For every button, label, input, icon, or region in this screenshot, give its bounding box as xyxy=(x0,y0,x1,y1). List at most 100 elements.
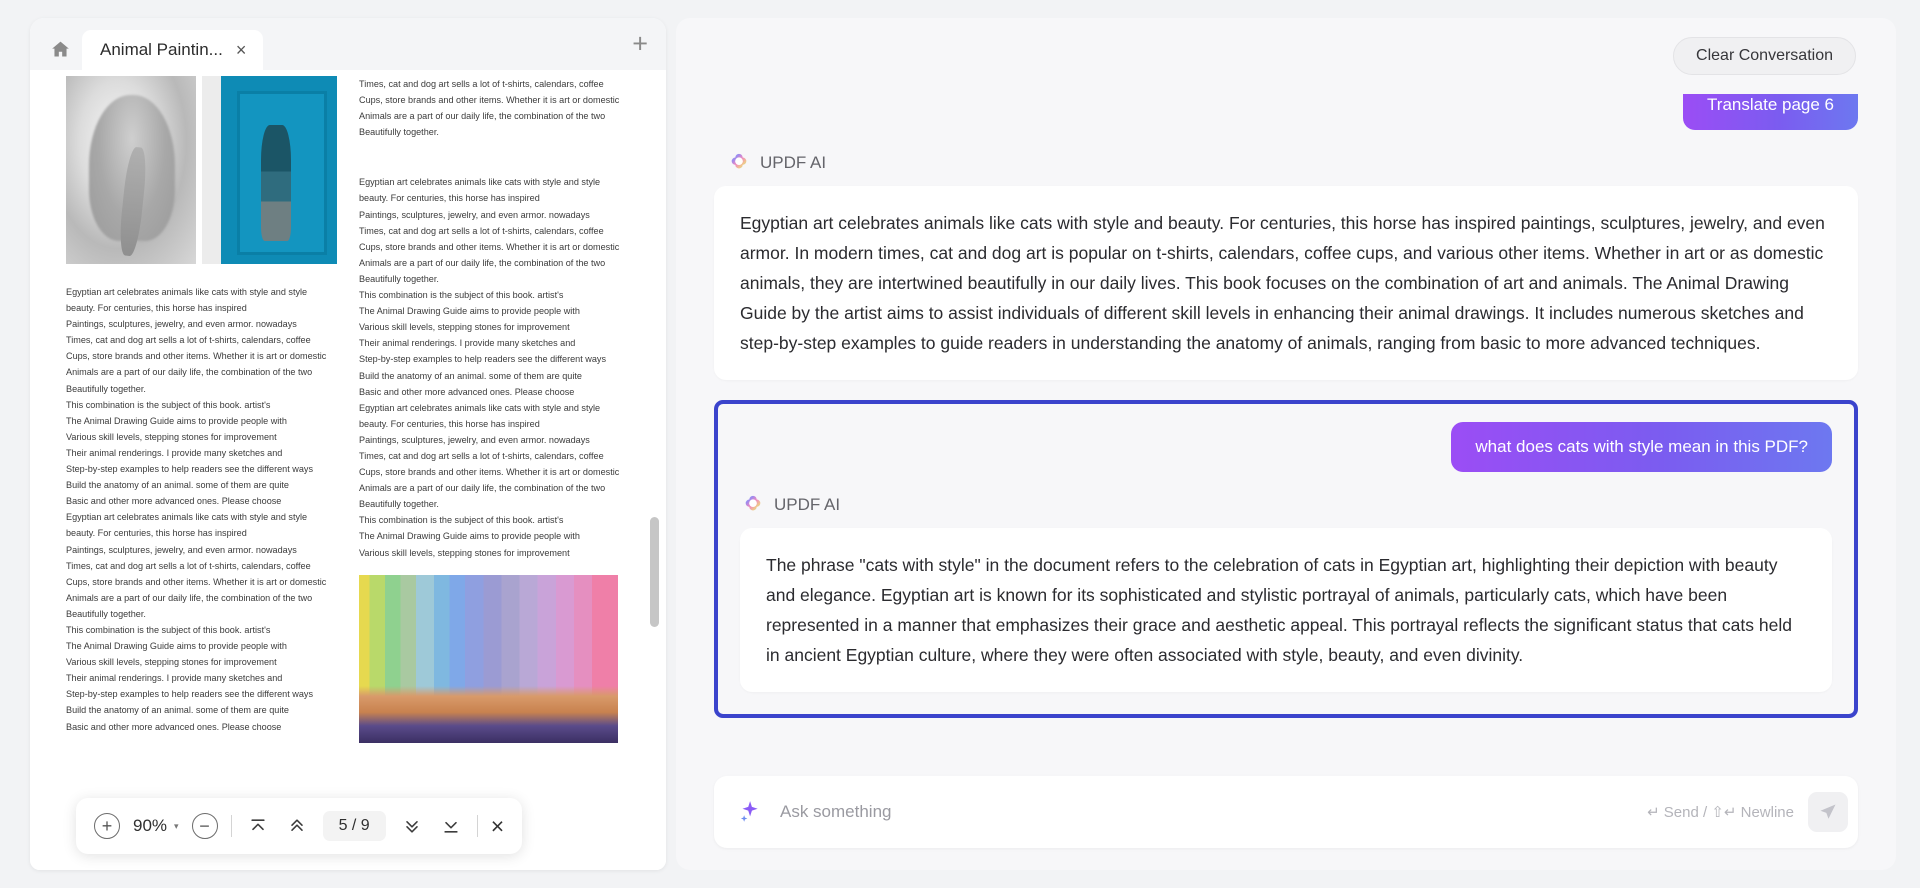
pdf-image-row xyxy=(66,76,337,264)
new-tab-button[interactable]: + xyxy=(632,30,648,58)
pdf-text-line: Egyptian art celebrates animals like cat… xyxy=(359,177,601,188)
first-page-icon[interactable] xyxy=(245,813,271,839)
pdf-text-line: Build the anatomy of an animal. some of … xyxy=(66,705,289,716)
user-message-previous: Translate page 6 xyxy=(1683,94,1858,130)
pdf-right-column: Times, cat and dog art sells a lot of t-… xyxy=(359,76,630,743)
app-root: Animal Paintin... × + Egyptian art celeb… xyxy=(0,0,1920,888)
prev-page-icon[interactable] xyxy=(284,813,310,839)
pdf-text-line: Beautifully together. xyxy=(66,608,146,619)
user-message-wrap: what does cats with style mean in this P… xyxy=(740,422,1832,472)
pdf-text-line: Beautifully together. xyxy=(359,273,439,284)
updf-ai-logo-icon xyxy=(728,152,750,174)
chevron-down-icon: ▾ xyxy=(174,820,179,831)
pdf-text-line: Paintings, sculptures, jewelry, and even… xyxy=(66,544,297,555)
pdf-text-line: beauty. For centuries, this horse has in… xyxy=(359,418,540,429)
pdf-text-line: Animals are a part of our daily life, th… xyxy=(359,111,606,122)
pdf-text-line: beauty. For centuries, this horse has in… xyxy=(66,528,247,539)
pdf-text-line: beauty. For centuries, this horse has in… xyxy=(359,193,540,204)
pdf-text-line: Times, cat and dog art sells a lot of t-… xyxy=(359,79,604,89)
pdf-text-line: Animals are a part of our daily life, th… xyxy=(66,592,313,603)
ai-label-first: UPDF AI xyxy=(728,152,1858,174)
user-message-question: what does cats with style mean in this P… xyxy=(1451,422,1832,472)
pdf-scroll-thumb[interactable] xyxy=(650,517,659,627)
pdf-text-line: The Animal Drawing Guide aims to provide… xyxy=(66,641,287,652)
pdf-page: Egyptian art celebrates animals like cat… xyxy=(66,70,630,743)
sparkle-icon xyxy=(736,799,762,825)
pdf-text-line: Egyptian art celebrates animals like cat… xyxy=(66,287,308,297)
pdf-text-line: The Animal Drawing Guide aims to provide… xyxy=(359,531,580,542)
pdf-text-line: Times, cat and dog art sells a lot of t-… xyxy=(359,450,604,461)
ask-input[interactable] xyxy=(780,802,1648,822)
pdf-text-line: Beautifully together. xyxy=(359,499,439,510)
pdf-text-line: Beautifully together. xyxy=(359,127,439,138)
user-message-previous-wrap: Translate page 6 xyxy=(714,94,1858,130)
pdf-text-line: Basic and other more advanced ones. Plea… xyxy=(66,496,282,507)
pdf-text-line: This combination is the subject of this … xyxy=(359,515,564,526)
pdf-text-line: Step-by-step examples to help readers se… xyxy=(66,689,314,700)
pdf-text-line: Times, cat and dog art sells a lot of t-… xyxy=(66,335,311,346)
close-icon[interactable]: × xyxy=(233,39,250,61)
pdf-text-line: Times, cat and dog art sells a lot of t-… xyxy=(359,225,604,236)
pdf-left-column: Egyptian art celebrates animals like cat… xyxy=(66,76,337,743)
zoom-in-button[interactable]: + xyxy=(94,813,120,839)
pdf-left-text: Egyptian art celebrates animals like cat… xyxy=(66,284,337,735)
pdf-text-line: This combination is the subject of this … xyxy=(359,290,564,301)
pdf-text-line: This combination is the subject of this … xyxy=(66,399,271,410)
close-viewer-icon[interactable]: × xyxy=(491,814,504,838)
ai-message-first: Egyptian art celebrates animals like cat… xyxy=(714,186,1858,380)
pdf-text-line: Cups, store brands and other items. Whet… xyxy=(359,95,620,106)
pdf-text-line: Animals are a part of our daily life, th… xyxy=(359,257,606,268)
pdf-text-line: This combination is the subject of this … xyxy=(66,624,271,635)
tab-title: Animal Paintin... xyxy=(100,40,223,59)
send-button[interactable] xyxy=(1808,792,1848,832)
highlighted-conversation-block[interactable]: what does cats with style mean in this P… xyxy=(714,400,1858,718)
pdf-text-line: Various skill levels, stepping stones fo… xyxy=(66,657,277,668)
tab-bar: Animal Paintin... × + xyxy=(30,18,666,70)
pdf-text-line: Egyptian art celebrates animals like cat… xyxy=(359,402,601,413)
tab-animal-painting[interactable]: Animal Paintin... × xyxy=(82,30,264,70)
pdf-text-line: Basic and other more advanced ones. Plea… xyxy=(66,721,282,732)
zoom-level-selector[interactable]: 90% ▾ xyxy=(133,816,179,836)
pdf-page-container[interactable]: Egyptian art celebrates animals like cat… xyxy=(30,70,666,870)
pdf-text-line: Basic and other more advanced ones. Plea… xyxy=(359,386,575,397)
pdf-text-line: Their animal renderings. I provide many … xyxy=(66,673,283,684)
pdf-text-line: Cups, store brands and other items. Whet… xyxy=(359,467,620,478)
ai-label-second: UPDF AI xyxy=(742,494,1832,516)
pdf-text-line: Animals are a part of our daily life, th… xyxy=(66,367,313,378)
ai-name-second: UPDF AI xyxy=(774,495,841,514)
next-page-icon[interactable] xyxy=(399,813,425,839)
pdf-text-line: Various skill levels, stepping stones fo… xyxy=(66,431,277,442)
ai-message-second: The phrase "cats with style" in the docu… xyxy=(740,528,1832,692)
pdf-text-line: Beautifully together. xyxy=(66,383,146,394)
pdf-text-line: Paintings, sculptures, jewelry, and even… xyxy=(66,319,297,330)
page-indicator[interactable]: 5 / 9 xyxy=(322,811,386,841)
pdf-text-line: Various skill levels, stepping stones fo… xyxy=(359,322,570,333)
pdf-text-line: Build the anatomy of an animal. some of … xyxy=(359,370,582,381)
pdf-text-line: Egyptian art celebrates animals like cat… xyxy=(66,512,308,523)
pdf-text-line: beauty. For centuries, this horse has in… xyxy=(66,303,247,314)
pdf-text-line: Paintings, sculptures, jewelry, and even… xyxy=(359,434,590,445)
chat-input-bar[interactable]: ↵ Send / ⇧↵ Newline xyxy=(714,776,1858,848)
send-hint-text: ↵ Send / ⇧↵ Newline xyxy=(1647,804,1794,821)
pdf-text-line: Build the anatomy of an animal. some of … xyxy=(66,480,289,491)
toolbar-divider-2 xyxy=(476,815,478,837)
last-page-icon[interactable] xyxy=(438,813,464,839)
pdf-text-line: Cups, store brands and other items. Whet… xyxy=(359,241,620,252)
clear-conversation-button[interactable]: Clear Conversation xyxy=(1673,37,1856,75)
pdf-text-line: Paintings, sculptures, jewelry, and even… xyxy=(359,209,590,220)
updf-ai-logo-icon xyxy=(742,494,764,516)
pdf-text-line: The Animal Drawing Guide aims to provide… xyxy=(66,415,287,426)
pdf-text-line: Animals are a part of our daily life, th… xyxy=(359,483,606,494)
pdf-toolbar: + 90% ▾ − 5 / 9 × xyxy=(76,798,523,854)
pdf-scrollbar[interactable] xyxy=(650,122,659,870)
pdf-viewer-panel: Animal Paintin... × + Egyptian art celeb… xyxy=(30,18,666,870)
pdf-right-text-body: Egyptian art celebrates animals like cat… xyxy=(359,174,630,560)
chat-message-list[interactable]: Translate page 6 UPDF AI Egyptian art ce… xyxy=(676,94,1896,770)
pdf-text-line: The Animal Drawing Guide aims to provide… xyxy=(359,306,580,317)
pdf-text-line: Cups, store brands and other items. Whet… xyxy=(66,351,327,362)
home-icon[interactable] xyxy=(38,28,82,70)
pdf-text-line: Cups, store brands and other items. Whet… xyxy=(66,576,327,587)
pdf-text-line: Various skill levels, stepping stones fo… xyxy=(359,547,570,558)
elephant-drawing-image xyxy=(66,76,196,264)
zoom-out-button[interactable]: − xyxy=(191,813,218,839)
